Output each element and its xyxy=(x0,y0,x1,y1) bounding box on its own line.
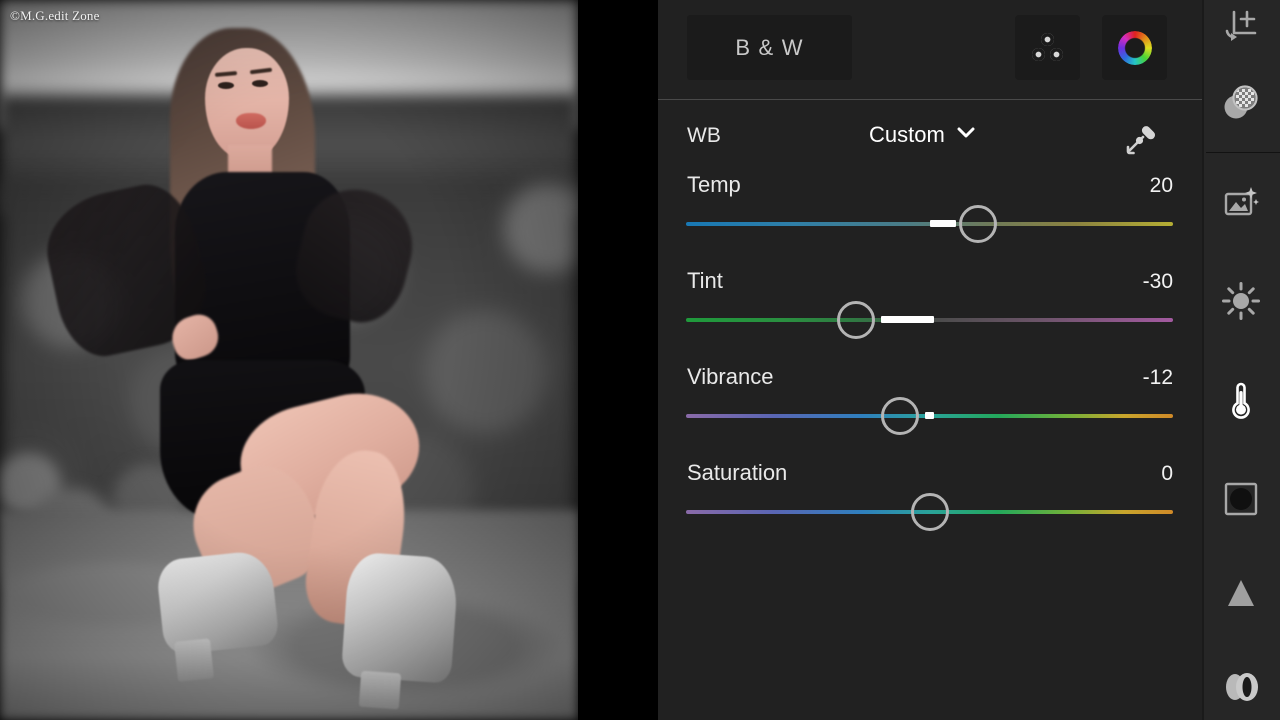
black-and-white-button[interactable]: B & W xyxy=(687,15,852,80)
slider-temp[interactable]: Temp 20 xyxy=(658,172,1202,268)
tool-magic-photo[interactable] xyxy=(1202,164,1280,242)
color-mix-button[interactable] xyxy=(1015,15,1080,80)
edited-photo xyxy=(0,0,578,720)
slider-knob[interactable] xyxy=(837,301,876,339)
color-edit-panel: B & W WB Custom Temp 20 Tint -30 Vibranc… xyxy=(658,0,1202,720)
tool-detail[interactable] xyxy=(1202,554,1280,632)
eyedropper-button[interactable] xyxy=(1121,117,1163,159)
tool-healing-blend[interactable] xyxy=(1202,64,1280,142)
slider-label: Saturation xyxy=(687,460,788,485)
effects-vignette-icon xyxy=(1224,482,1258,516)
white-balance-row: WB Custom xyxy=(658,100,1202,172)
slider-label: Vibrance xyxy=(687,364,774,389)
color-wheel-icon xyxy=(1117,30,1152,65)
photo-canvas[interactable]: ©M.G.edit Zone xyxy=(0,0,578,720)
slider-fill xyxy=(924,412,935,419)
tool-light[interactable] xyxy=(1202,262,1280,340)
slider-label: Temp xyxy=(687,172,741,197)
slider-value: 0 xyxy=(1161,462,1173,485)
mix-dot xyxy=(1040,32,1054,46)
mix-dot xyxy=(1049,47,1063,61)
white-balance-dropdown[interactable]: Custom xyxy=(869,122,975,148)
panel-header: B & W xyxy=(658,0,1202,99)
tool-crop-rotate[interactable] xyxy=(1202,0,1280,66)
slider-value: -12 xyxy=(1142,366,1173,389)
slider-vibrance[interactable]: Vibrance -12 xyxy=(658,364,1202,460)
panel-body: WB Custom Temp 20 Tint -30 Vibrance -12 … xyxy=(658,100,1202,556)
eyedropper-icon xyxy=(1126,126,1156,155)
tool-color[interactable] xyxy=(1202,362,1280,440)
healing-blend-icon xyxy=(1224,85,1258,119)
rail-divider xyxy=(1206,152,1280,153)
color-wheel-button[interactable] xyxy=(1102,15,1167,80)
slider-value: 20 xyxy=(1149,174,1173,197)
slider-fill xyxy=(880,316,935,323)
tool-rail xyxy=(1202,0,1280,720)
color-thermometer-icon xyxy=(1232,382,1250,419)
tool-effects[interactable] xyxy=(1202,460,1280,538)
tool-optics[interactable] xyxy=(1202,648,1280,720)
photo-vignette xyxy=(0,0,578,720)
canvas-gutter xyxy=(578,0,1204,720)
magic-photo-icon xyxy=(1224,187,1259,216)
slider-tint[interactable]: Tint -30 xyxy=(658,268,1202,364)
slider-saturation[interactable]: Saturation 0 xyxy=(658,460,1202,556)
slider-value: -30 xyxy=(1142,270,1173,293)
color-mix-icon xyxy=(1031,32,1064,63)
photo-editor-app: ©M.G.edit Zone B & W WB Custom Temp 20 T… xyxy=(0,0,1280,720)
slider-fill xyxy=(929,220,957,227)
crop-rotate-icon xyxy=(1225,10,1257,41)
watermark: ©M.G.edit Zone xyxy=(10,8,100,23)
optics-lens-icon xyxy=(1226,673,1258,701)
chevron-down-icon xyxy=(957,126,975,140)
slider-knob[interactable] xyxy=(910,493,949,531)
slider-knob[interactable] xyxy=(959,205,998,243)
slider-knob[interactable] xyxy=(881,397,920,435)
slider-label: Tint xyxy=(687,268,723,293)
white-balance-value: Custom xyxy=(869,122,945,147)
mix-dot xyxy=(1031,47,1045,61)
white-balance-label: WB xyxy=(687,124,721,147)
detail-triangle-icon xyxy=(1228,580,1254,606)
light-sun-icon xyxy=(1222,282,1260,320)
